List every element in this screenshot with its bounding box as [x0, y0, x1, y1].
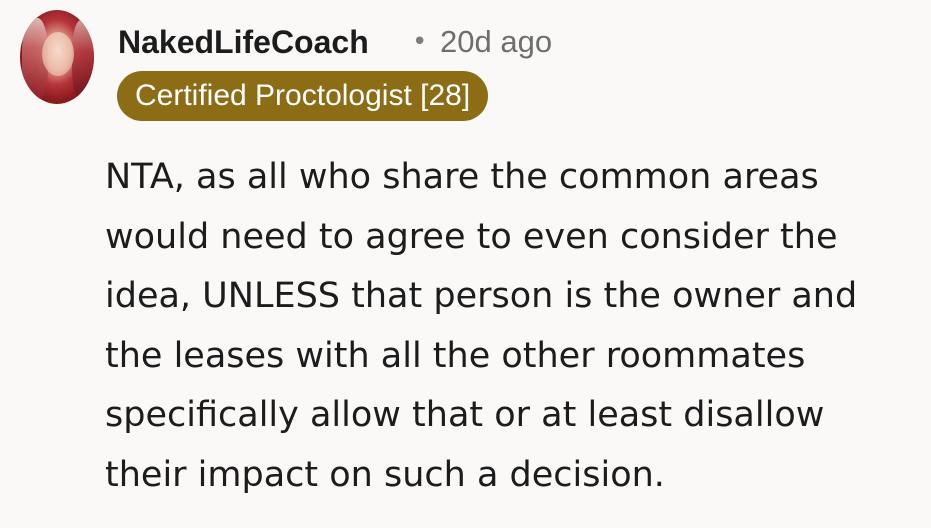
user-flair-badge: Certified Proctologist [28] [117, 71, 489, 121]
comment-body-line: idea, UNLESS that person is the owner an… [105, 276, 858, 316]
comment: NakedLifeCoach • 20d ago Certified Proct… [0, 0, 931, 528]
avatar-face [42, 32, 74, 76]
avatar[interactable] [20, 10, 94, 104]
avatar-hair-right [72, 20, 94, 100]
comment-body: NTA, as all who share the common areas w… [105, 148, 915, 505]
comment-body-line: NTA, as all who share the common areas [105, 157, 819, 197]
comment-body-line: specifically allow that or at least disa… [105, 395, 825, 435]
comment-body-line: would need to agree to even consider the [105, 216, 838, 257]
timestamp[interactable]: 20d ago [440, 20, 552, 64]
comment-body-line: the leases with all the other roommates [105, 335, 806, 376]
username-link[interactable]: NakedLifeCoach [118, 20, 369, 64]
separator-dot: • [412, 27, 428, 57]
comment-body-line: their impact on such a decision. [105, 454, 665, 495]
